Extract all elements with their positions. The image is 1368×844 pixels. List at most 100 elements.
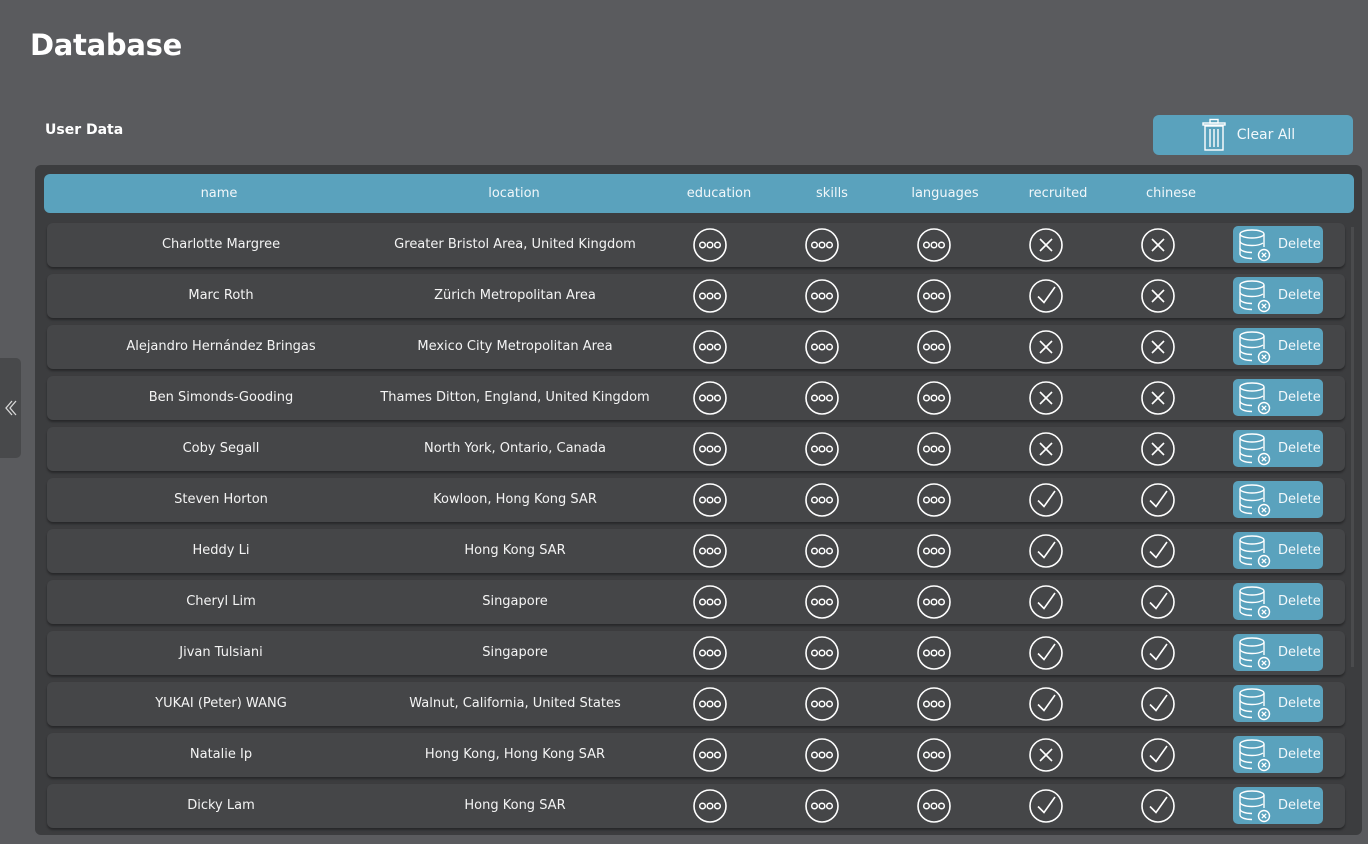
cell-location: North York, Ontario, Canada: [424, 441, 606, 456]
database-delete-icon: [1239, 535, 1271, 568]
education-more-icon[interactable]: [692, 533, 728, 569]
languages-more-icon[interactable]: [916, 482, 952, 518]
cell-location: Greater Bristol Area, United Kingdom: [394, 237, 636, 252]
languages-more-icon[interactable]: [916, 788, 952, 824]
delete-button[interactable]: Delete: [1233, 532, 1323, 569]
database-delete-icon: [1239, 484, 1271, 517]
skills-more-icon[interactable]: [804, 329, 840, 365]
table-row[interactable]: Steven Horton Kowloon, Hong Kong SAR Delet…: [47, 478, 1345, 522]
scrollbar[interactable]: [1351, 227, 1354, 667]
database-delete-icon: [1239, 637, 1271, 670]
recruited-check-icon: [1028, 278, 1064, 314]
languages-more-icon[interactable]: [916, 686, 952, 722]
recruited-cross-icon: [1028, 380, 1064, 416]
delete-button[interactable]: Delete: [1233, 379, 1323, 416]
languages-more-icon[interactable]: [916, 584, 952, 620]
delete-button[interactable]: Delete: [1233, 481, 1323, 518]
chevron-double-left-icon: [4, 400, 16, 416]
recruited-check-icon: [1028, 482, 1064, 518]
skills-more-icon[interactable]: [804, 482, 840, 518]
column-header-education[interactable]: education: [687, 174, 752, 213]
skills-more-icon[interactable]: [804, 278, 840, 314]
database-delete-icon: [1239, 229, 1271, 262]
skills-more-icon[interactable]: [804, 686, 840, 722]
cell-location: Walnut, California, United States: [409, 696, 621, 711]
table-row[interactable]: Cheryl Lim Singapore Delete: [47, 580, 1345, 624]
cell-name: Steven Horton: [174, 492, 268, 507]
education-more-icon[interactable]: [692, 788, 728, 824]
delete-button[interactable]: Delete: [1233, 277, 1323, 314]
delete-label: Delete: [1278, 594, 1321, 609]
education-more-icon[interactable]: [692, 482, 728, 518]
chinese-check-icon: [1140, 737, 1176, 773]
skills-more-icon[interactable]: [804, 533, 840, 569]
skills-more-icon[interactable]: [804, 431, 840, 467]
languages-more-icon[interactable]: [916, 329, 952, 365]
column-header-languages[interactable]: languages: [911, 174, 978, 213]
table-row[interactable]: YUKAI (Peter) WANG Walnut, California, Un…: [47, 682, 1345, 726]
delete-button[interactable]: Delete: [1233, 583, 1323, 620]
recruited-cross-icon: [1028, 431, 1064, 467]
delete-button[interactable]: Delete: [1233, 634, 1323, 671]
table-row[interactable]: Marc Roth Zürich Metropolitan Area Delete: [47, 274, 1345, 318]
column-header-skills[interactable]: skills: [816, 174, 848, 213]
skills-more-icon[interactable]: [804, 584, 840, 620]
table-row[interactable]: Dicky Lam Hong Kong SAR Delete: [47, 784, 1345, 828]
education-more-icon[interactable]: [692, 431, 728, 467]
table-row[interactable]: Coby Segall North York, Ontario, Canada De…: [47, 427, 1345, 471]
chinese-cross-icon: [1140, 380, 1176, 416]
education-more-icon[interactable]: [692, 380, 728, 416]
languages-more-icon[interactable]: [916, 635, 952, 671]
table-header: name location education skills languages…: [44, 174, 1354, 213]
languages-more-icon[interactable]: [916, 380, 952, 416]
table-row[interactable]: Natalie Ip Hong Kong, Hong Kong SAR Delete: [47, 733, 1345, 777]
skills-more-icon[interactable]: [804, 788, 840, 824]
recruited-cross-icon: [1028, 737, 1064, 773]
column-header-recruited[interactable]: recruited: [1029, 174, 1088, 213]
chinese-check-icon: [1140, 788, 1176, 824]
languages-more-icon[interactable]: [916, 737, 952, 773]
table-row[interactable]: Ben Simonds-Gooding Thames Ditton, Englan…: [47, 376, 1345, 420]
delete-button[interactable]: Delete: [1233, 226, 1323, 263]
delete-label: Delete: [1278, 543, 1321, 558]
page-title: Database: [30, 28, 182, 62]
education-more-icon[interactable]: [692, 329, 728, 365]
column-header-chinese[interactable]: chinese: [1146, 174, 1196, 213]
clear-all-button[interactable]: Clear All: [1153, 115, 1353, 155]
cell-location: Zürich Metropolitan Area: [434, 288, 596, 303]
column-header-location[interactable]: location: [488, 174, 540, 213]
table-row[interactable]: Heddy Li Hong Kong SAR Delete: [47, 529, 1345, 573]
delete-button[interactable]: Delete: [1233, 430, 1323, 467]
skills-more-icon[interactable]: [804, 737, 840, 773]
cell-name: Alejandro Hernández Bringas: [126, 339, 316, 354]
delete-button[interactable]: Delete: [1233, 328, 1323, 365]
languages-more-icon[interactable]: [916, 431, 952, 467]
delete-button[interactable]: Delete: [1233, 736, 1323, 773]
clear-all-label: Clear All: [1236, 127, 1296, 143]
languages-more-icon[interactable]: [916, 227, 952, 263]
education-more-icon[interactable]: [692, 278, 728, 314]
cell-location: Kowloon, Hong Kong SAR: [433, 492, 597, 507]
education-more-icon[interactable]: [692, 686, 728, 722]
table-row[interactable]: Charlotte Margree Greater Bristol Area, U…: [47, 223, 1345, 267]
trash-icon: [1202, 118, 1226, 151]
skills-more-icon[interactable]: [804, 635, 840, 671]
cell-location: Mexico City Metropolitan Area: [417, 339, 613, 354]
skills-more-icon[interactable]: [804, 227, 840, 263]
education-more-icon[interactable]: [692, 635, 728, 671]
skills-more-icon[interactable]: [804, 380, 840, 416]
cell-name: YUKAI (Peter) WANG: [155, 696, 287, 711]
languages-more-icon[interactable]: [916, 278, 952, 314]
education-more-icon[interactable]: [692, 737, 728, 773]
cell-name: Jivan Tulsiani: [179, 645, 263, 660]
languages-more-icon[interactable]: [916, 533, 952, 569]
education-more-icon[interactable]: [692, 227, 728, 263]
table-row[interactable]: Jivan Tulsiani Singapore Delete: [47, 631, 1345, 675]
chinese-cross-icon: [1140, 431, 1176, 467]
delete-button[interactable]: Delete: [1233, 685, 1323, 722]
delete-button[interactable]: Delete: [1233, 787, 1323, 824]
column-header-name[interactable]: name: [201, 174, 238, 213]
education-more-icon[interactable]: [692, 584, 728, 620]
sidebar-toggle[interactable]: [0, 358, 21, 458]
table-row[interactable]: Alejandro Hernández Bringas Mexico City M…: [47, 325, 1345, 369]
